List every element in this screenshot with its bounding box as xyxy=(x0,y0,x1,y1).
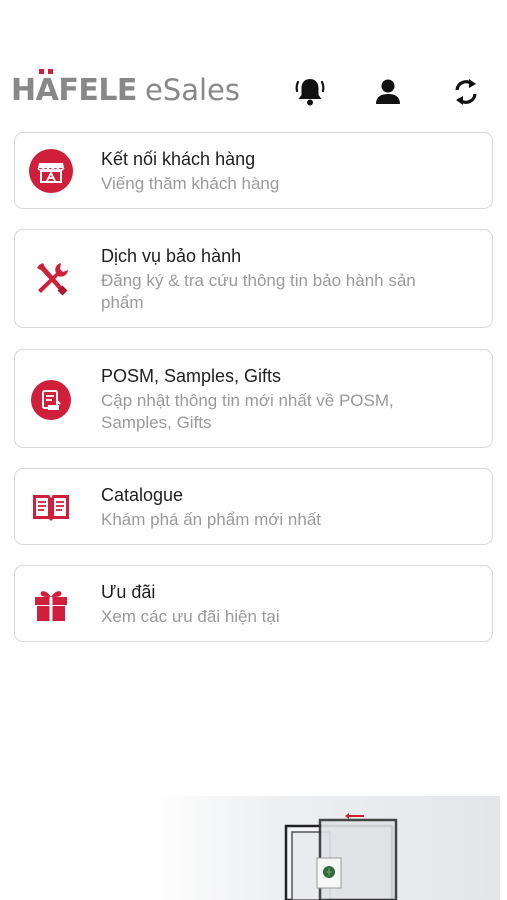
sync-icon[interactable] xyxy=(448,74,484,110)
tools-icon xyxy=(29,257,73,301)
card-subtitle: Đăng ký & tra cứu thông tin bảo hành sản… xyxy=(101,271,416,312)
hafele-esales-logo: H AFELE eSales xyxy=(11,69,240,108)
brand-logo: H AFELE xyxy=(11,69,137,108)
menu-card-uu-dai[interactable]: Ưu đãi Xem các ưu đãi hiện tại xyxy=(14,565,493,642)
user-icon[interactable] xyxy=(370,74,406,110)
menu-card-posm[interactable]: POSM, Samples, Gifts Cập nhật thông tin … xyxy=(14,349,493,448)
posm-icon xyxy=(29,378,73,422)
card-subtitle: Khám phá ấn phẩm mới nhất xyxy=(101,510,321,529)
card-subtitle: Viếng thăm khách hàng xyxy=(101,174,280,193)
menu-card-catalogue[interactable]: Catalogue Khám phá ấn phẩm mới nhất xyxy=(14,468,493,545)
bell-icon[interactable] xyxy=(292,74,328,110)
product-name: eSales xyxy=(144,73,240,107)
card-title: Dịch vụ bảo hành xyxy=(101,246,242,266)
book-icon xyxy=(29,485,73,529)
card-title: Ưu đãi xyxy=(101,582,156,602)
menu-card-ket-noi-khach-hang[interactable]: Kết nối khách hàng Viếng thăm khách hàng xyxy=(14,132,493,209)
promo-banner-image xyxy=(150,796,500,900)
app-header: H AFELE eSales xyxy=(0,66,507,116)
card-title: Catalogue xyxy=(101,485,184,505)
card-subtitle: Xem các ưu đãi hiện tại xyxy=(101,607,280,626)
card-title: Kết nối khách hàng xyxy=(101,149,256,169)
card-title: POSM, Samples, Gifts xyxy=(101,366,282,386)
gift-icon xyxy=(29,582,73,626)
menu-card-dich-vu-bao-hanh[interactable]: Dịch vụ bảo hành Đăng ký & tra cứu thông… xyxy=(14,229,493,328)
card-subtitle: Cập nhật thông tin mới nhất về POSM, Sam… xyxy=(101,391,394,432)
store-icon xyxy=(29,149,73,193)
